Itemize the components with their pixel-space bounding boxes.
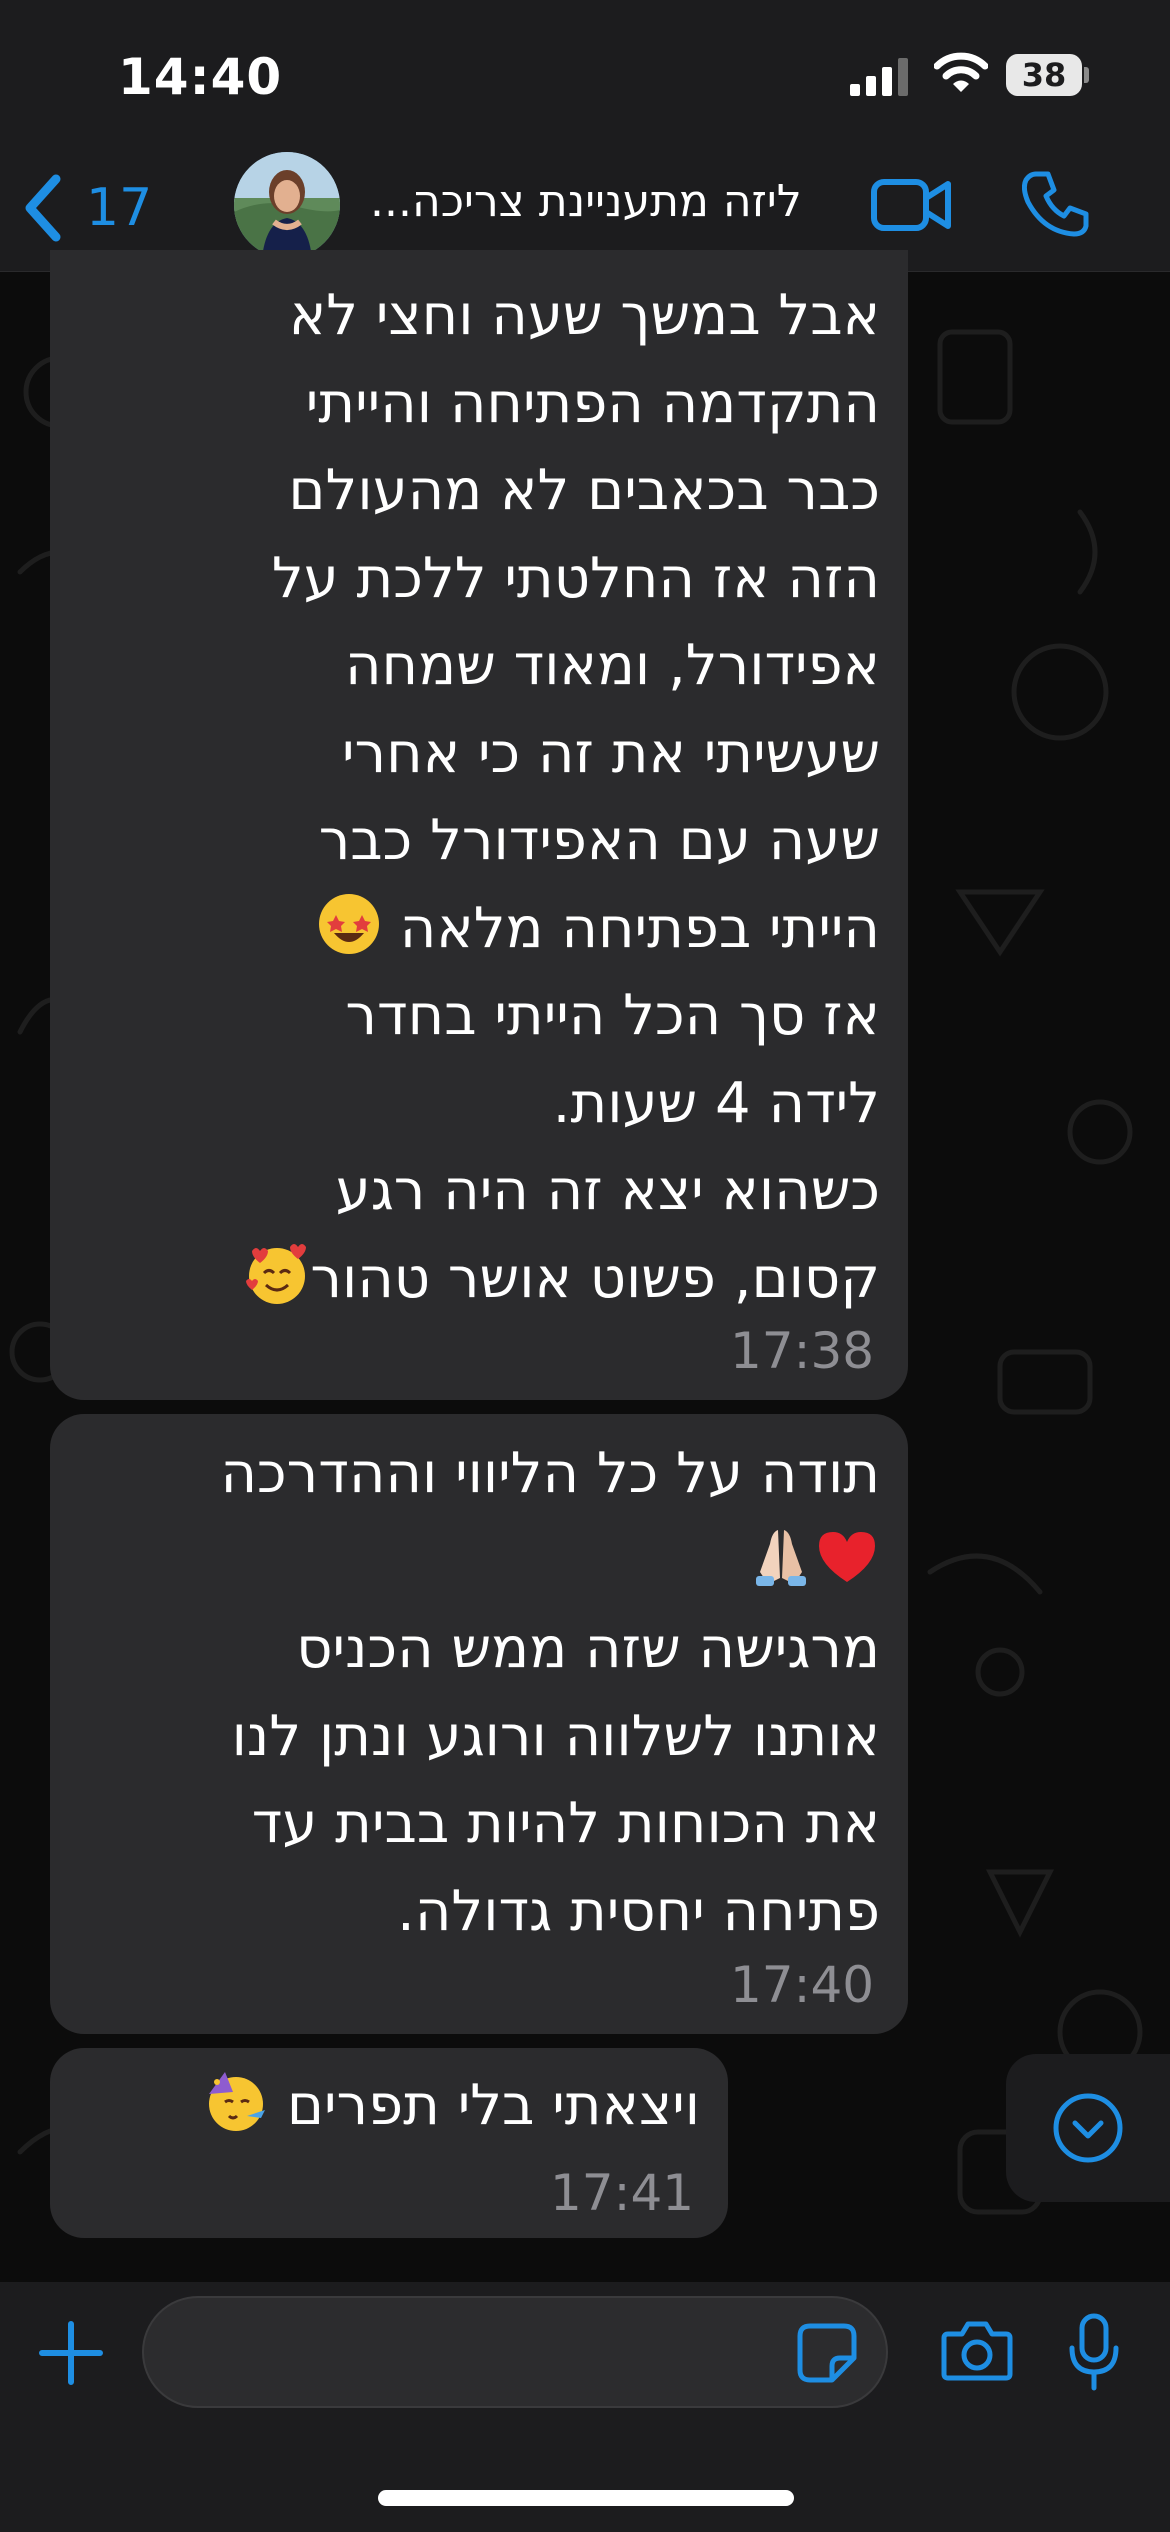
microphone-icon xyxy=(1069,2313,1119,2391)
message-input[interactable] xyxy=(142,2296,888,2408)
message-timestamp: 17:38 xyxy=(730,1322,875,1380)
message-timestamp: 17:41 xyxy=(550,2164,695,2222)
home-indicator[interactable] xyxy=(378,2490,794,2506)
unread-count: 17 xyxy=(86,178,153,238)
message-text: תודה על כל הליווי וההדרכה מרגישה שזה ממש… xyxy=(220,1441,880,1944)
back-button[interactable]: 17 xyxy=(22,168,192,248)
sticker-icon xyxy=(797,2323,857,2383)
partying-face-emoji xyxy=(209,2072,266,2131)
red-heart-emoji xyxy=(819,1531,875,1582)
sticker-button[interactable] xyxy=(796,2322,858,2384)
message-text: אבל במשך שעה וחצי לא התקדמה הפתיחה והיית… xyxy=(100,272,880,1322)
chevron-down-circle-icon xyxy=(1053,2093,1123,2163)
wifi-icon xyxy=(934,52,988,92)
video-call-button[interactable] xyxy=(870,172,952,238)
signal-icon xyxy=(850,58,908,96)
message-text: ויצאתי בלי תפרים xyxy=(80,2062,700,2150)
battery-level: 38 xyxy=(1021,56,1067,94)
camera-button[interactable] xyxy=(940,2320,1014,2382)
message-timestamp: 17:40 xyxy=(730,1956,875,2014)
video-camera-icon xyxy=(871,179,951,231)
camera-icon xyxy=(941,2321,1013,2381)
smiling-face-with-hearts-emoji xyxy=(246,1243,307,1304)
voice-call-button[interactable] xyxy=(1022,168,1090,240)
contact-name[interactable]: ליזה מתעניינת צריכה... xyxy=(370,176,820,227)
battery-icon: 38 xyxy=(1006,54,1089,96)
phone-icon xyxy=(1022,171,1089,237)
star-struck-emoji xyxy=(318,893,379,954)
attach-button[interactable] xyxy=(36,2318,106,2388)
scroll-to-bottom-button[interactable] xyxy=(1006,2054,1170,2202)
whatsapp-chat-screen: 14:40 38 17 ליזה מתעניינת צריכה... אבל ב… xyxy=(0,0,1170,2532)
status-bar: 14:40 38 xyxy=(0,0,1170,150)
plus-icon xyxy=(39,2321,103,2385)
status-time: 14:40 xyxy=(118,48,283,106)
avatar[interactable] xyxy=(234,152,340,258)
microphone-button[interactable] xyxy=(1066,2312,1122,2392)
back-chevron-icon xyxy=(25,174,61,242)
folded-hands-emoji xyxy=(756,1529,806,1586)
